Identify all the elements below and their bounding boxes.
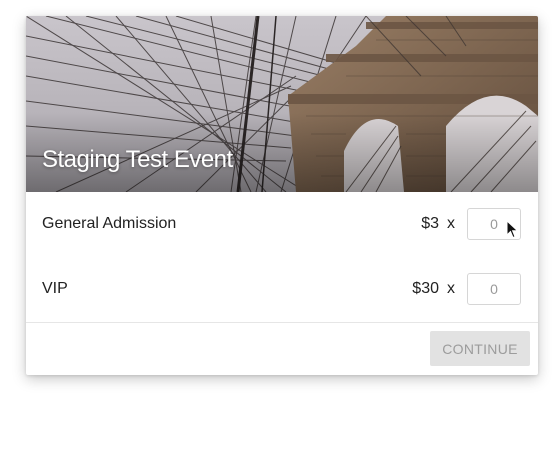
footer-divider	[26, 322, 538, 323]
quantity-multiplier: x	[447, 215, 455, 232]
quantity-input-vip[interactable]	[467, 273, 521, 305]
event-title: Staging Test Event	[42, 146, 233, 173]
ticket-price: $30	[412, 280, 439, 297]
continue-button[interactable]: CONTINUE	[430, 331, 530, 366]
ticket-row-general-admission: General Admission $3 x	[26, 204, 538, 244]
mouse-pointer-icon	[506, 220, 519, 239]
event-card: Staging Test Event General Admission $3 …	[26, 16, 538, 375]
ticket-price: $3	[421, 215, 439, 232]
quantity-multiplier: x	[447, 280, 455, 297]
event-hero-image: Staging Test Event	[26, 16, 538, 192]
ticket-row-vip: VIP $30 x	[26, 269, 538, 309]
ticket-name: VIP	[42, 280, 68, 297]
ticket-name: General Admission	[42, 215, 177, 232]
